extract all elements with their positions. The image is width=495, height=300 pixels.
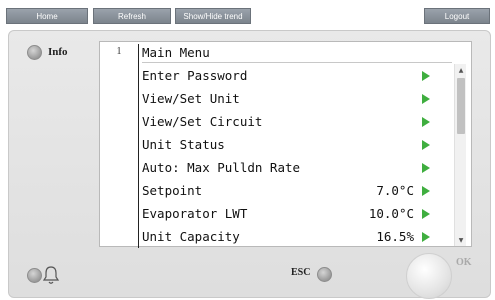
- menu-item-value: 10.0°C: [368, 206, 414, 221]
- screen-divider: [138, 44, 139, 248]
- menu-item-auto-max-pulldn-rate[interactable]: Auto: Max Pulldn Rate: [142, 156, 452, 179]
- menu-item-label: View/Set Circuit: [142, 114, 263, 129]
- menu-item-label: Evaporator LWT: [142, 206, 248, 221]
- lcd-screen: 1 Main Menu Enter Password View/Set Unit…: [99, 41, 472, 248]
- menu-item-label: Setpoint: [142, 183, 203, 198]
- play-arrow-icon: [422, 117, 430, 127]
- info-label: Info: [48, 46, 68, 58]
- page-number: 1: [116, 45, 122, 57]
- esc-button[interactable]: [317, 267, 332, 282]
- menu-item-unit-status[interactable]: Unit Status: [142, 133, 452, 156]
- logout-button[interactable]: Logout: [424, 8, 490, 24]
- menu-item-label: Auto: Max Pulldn Rate: [142, 160, 301, 175]
- menu-title: Main Menu: [142, 42, 452, 63]
- alarm-led-button[interactable]: [27, 268, 42, 283]
- controller-panel: Info 1 Main Menu Enter Password View/Set…: [8, 30, 491, 299]
- menu-item-unit-capacity[interactable]: Unit Capacity 16.5%: [142, 225, 452, 248]
- menu-item-value: 7.0°C: [376, 183, 414, 198]
- scrollbar[interactable]: ▲ ▼: [454, 64, 466, 246]
- scroll-thumb[interactable]: [457, 78, 465, 134]
- menu-item-view-set-unit[interactable]: View/Set Unit: [142, 87, 452, 110]
- menu-item-setpoint[interactable]: Setpoint 7.0°C: [142, 179, 452, 202]
- scroll-up-arrow-icon[interactable]: ▲: [455, 64, 467, 76]
- menu-item-label: Unit Status: [142, 137, 225, 152]
- ok-label: OK: [456, 257, 472, 268]
- ok-knob-button[interactable]: [406, 253, 452, 299]
- menu-list: Enter Password View/Set Unit View/Set Ci…: [142, 64, 452, 248]
- play-arrow-icon: [422, 209, 430, 219]
- menu-item-enter-password[interactable]: Enter Password: [142, 64, 452, 87]
- play-arrow-icon: [422, 163, 430, 173]
- show-hide-trend-button[interactable]: Show/Hide trend: [175, 8, 251, 24]
- menu-item-evaporator-lwt[interactable]: Evaporator LWT 10.0°C: [142, 202, 452, 225]
- play-arrow-icon: [422, 71, 430, 81]
- home-button[interactable]: Home: [6, 8, 88, 24]
- play-arrow-icon: [422, 94, 430, 104]
- menu-item-value: 16.5%: [376, 229, 414, 244]
- esc-label: ESC: [291, 267, 311, 278]
- menu-item-label: Unit Capacity: [142, 229, 240, 244]
- play-arrow-icon: [422, 186, 430, 196]
- menu-item-view-set-circuit[interactable]: View/Set Circuit: [142, 110, 452, 133]
- menu-item-label: Enter Password: [142, 68, 248, 83]
- scroll-down-arrow-icon[interactable]: ▼: [455, 234, 467, 246]
- play-arrow-icon: [422, 232, 430, 242]
- play-arrow-icon: [422, 140, 430, 150]
- info-led-button[interactable]: [27, 45, 42, 60]
- bell-icon: [42, 266, 60, 284]
- menu-item-label: View/Set Unit: [142, 91, 240, 106]
- refresh-button[interactable]: Refresh: [93, 8, 171, 24]
- toolbar: Home Refresh Show/Hide trend Logout: [0, 0, 495, 28]
